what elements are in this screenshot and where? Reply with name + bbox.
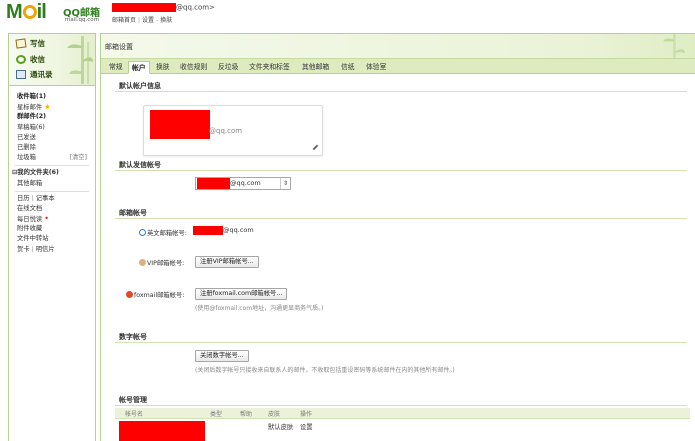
tool-cards: 贺卡 | 明信片 <box>17 245 55 253</box>
tool-daily-read[interactable]: 每日悦读 • <box>17 214 95 224</box>
chevron-updown-icon: ⇕ <box>280 178 290 189</box>
english-account-value: @qq.com <box>223 226 254 234</box>
qq-mail-logo[interactable]: Mil QQ邮箱 mail.qq.com <box>6 1 100 27</box>
folder-drafts[interactable]: 草稿箱(6) <box>17 123 95 133</box>
tool-notepad[interactable]: 记事本 <box>36 195 55 202</box>
tool-file-transfer[interactable]: 文件中转站 <box>17 234 95 244</box>
tab-other-mailbox[interactable]: 其他邮箱 <box>299 61 332 74</box>
my-folders-toggle[interactable]: ⊟我的文件夹(6) <box>12 168 95 178</box>
inbox-icon <box>16 55 26 64</box>
default-account-card: @qq.com <box>143 105 323 156</box>
edit-pencil-icon[interactable] <box>309 141 319 151</box>
folder-inbox[interactable]: 收件箱(1) <box>17 92 95 102</box>
section-default-sender: 默认发信帐号 <box>115 160 687 171</box>
star-icon: ★ <box>44 103 51 112</box>
vip-account-label: VIP邮箱帐号: <box>139 258 184 267</box>
tab-anti-spam[interactable]: 反垃圾 <box>215 61 241 74</box>
folder-list: 收件箱(1) 星标邮件 ★ 群邮件(2) 草稿箱(6) 已发送 已删除 垃圾箱[… <box>9 87 95 255</box>
tool-greeting-card[interactable]: 贺卡 <box>17 246 30 253</box>
bamboo-decoration-icon <box>663 34 685 58</box>
top-header: Mil QQ邮箱 mail.qq.com @qq.com> 邮箱首页 | 设置 - 换肤 <box>0 0 695 29</box>
clear-spam-link[interactable]: [清空] <box>69 153 87 163</box>
accounts-table-header: 帐号名 类型 帮助 皮肤 操作 <box>115 408 690 419</box>
write-button[interactable]: 写信 <box>15 38 45 49</box>
divider <box>15 165 89 167</box>
select-value: @qq.com <box>230 179 261 187</box>
divider <box>15 190 89 192</box>
contacts-label: 通讯录 <box>30 70 53 79</box>
tool-calendar[interactable]: 日历 <box>17 195 30 202</box>
logo-o-ring <box>22 5 37 19</box>
redacted-english-account <box>193 226 223 235</box>
tab-stationery[interactable]: 信纸 <box>338 61 358 74</box>
section-default-account: 默认帐户信息 <box>115 81 687 92</box>
user-info: @qq.com> 邮箱首页 | 设置 - 换肤 <box>112 3 215 24</box>
row-skin-value: 默认皮肤 <box>268 424 294 431</box>
tab-lab[interactable]: 体验室 <box>363 61 389 74</box>
digit-account-note: (关闭后数字帐号只接收来自联系人的邮件，不收取包括重设密码等系统邮件在内的其他所… <box>195 367 455 374</box>
settings-panel: 邮箱设置 常规 帐户 换肤 收信规则 反垃圾 文件夹和标签 其他邮箱 信纸 体验… <box>100 33 695 441</box>
account-email-suffix: @qq.com <box>209 127 243 135</box>
section-account-management: 帐号管理 <box>115 395 687 406</box>
tab-skin[interactable]: 换肤 <box>153 61 173 74</box>
write-icon <box>15 38 27 49</box>
link-mail-home[interactable]: 邮箱首页 <box>112 17 136 24</box>
receive-button[interactable]: 收信 <box>16 54 45 65</box>
folder-spam[interactable]: 垃圾箱 [清空] <box>17 153 95 163</box>
col-help: 帮助 <box>240 411 253 418</box>
english-account-label: 英文邮箱帐号: <box>139 228 187 237</box>
tab-rules[interactable]: 收信规则 <box>177 61 210 74</box>
contacts-icon <box>16 70 26 79</box>
foxmail-icon <box>126 291 133 298</box>
default-sender-select[interactable]: @qq.com ⇕ <box>195 177 291 190</box>
tab-general[interactable]: 常规 <box>106 61 126 74</box>
register-vip-button[interactable]: 注册VIP邮箱帐号... <box>195 256 259 268</box>
bamboo-decoration-icon <box>67 36 93 84</box>
close-digit-account-button[interactable]: 关闭数字帐号... <box>195 350 249 362</box>
redacted-sender <box>197 178 230 189</box>
col-actions: 操作 <box>300 411 313 418</box>
logo-mark: Mil <box>6 1 47 23</box>
receive-label: 收信 <box>30 55 45 64</box>
vip-account-icon <box>139 259 146 266</box>
folder-group-mail[interactable]: 群邮件(2) <box>17 112 95 122</box>
tab-folders-labels[interactable]: 文件夹和标签 <box>246 61 293 74</box>
folder-deleted[interactable]: 已删除 <box>17 143 95 153</box>
section-mail-accounts: 邮箱帐号 <box>115 208 687 219</box>
foxmail-note: (使用@foxmail.com地址，沟通更显商务气质。) <box>195 305 324 312</box>
english-account-icon <box>139 229 146 236</box>
new-dot-icon: • <box>44 214 49 224</box>
tool-calendar-notes: 日历 | 记事本 <box>17 194 55 202</box>
settings-tabs: 常规 帐户 换肤 收信规则 反垃圾 文件夹和标签 其他邮箱 信纸 体验室 <box>101 58 695 74</box>
user-email-suffix: @qq.com> <box>176 3 215 12</box>
folder-other-mail[interactable]: 其他邮箱 <box>17 179 95 189</box>
col-type: 类型 <box>210 411 223 418</box>
redacted-account-row <box>119 421 205 441</box>
link-settings[interactable]: 设置 <box>142 17 154 24</box>
register-foxmail-button[interactable]: 注册foxmail.com邮箱帐号... <box>195 288 288 300</box>
write-label: 写信 <box>30 39 45 48</box>
quick-actions: 写信 收信 通讯录 <box>9 34 95 86</box>
sidebar: 写信 收信 通讯录 收件箱(1) 星标邮件 ★ 群邮件(2) 草稿箱(6) 已发… <box>8 33 96 441</box>
redacted-username <box>112 3 176 12</box>
redacted-account-name <box>150 110 210 139</box>
folder-sent[interactable]: 已发送 <box>17 133 95 143</box>
contacts-button[interactable]: 通讯录 <box>16 69 53 80</box>
tab-account[interactable]: 帐户 <box>128 61 150 74</box>
tool-attachment-fav[interactable]: 附件收藏 <box>17 224 95 234</box>
table-row: 默认皮肤 设置 <box>115 421 690 441</box>
page-title: 邮箱设置 <box>105 43 133 51</box>
col-account-name: 帐号名 <box>125 411 144 418</box>
row-settings-link[interactable]: 设置 <box>300 422 313 431</box>
col-skin: 皮肤 <box>268 411 281 418</box>
section-digit-account: 数字帐号 <box>115 332 687 343</box>
tool-online-docs[interactable]: 在线文档 <box>17 204 95 214</box>
settings-header: 邮箱设置 <box>101 34 695 58</box>
link-skin[interactable]: 换肤 <box>160 17 172 24</box>
folder-starred[interactable]: 星标邮件 ★ <box>17 102 95 112</box>
user-links: 邮箱首页 | 设置 - 换肤 <box>112 17 173 24</box>
foxmail-account-label: foxmail邮箱帐号: <box>126 290 184 299</box>
logo-url: mail.qq.com <box>65 17 100 23</box>
tool-postcard[interactable]: 明信片 <box>36 246 55 253</box>
